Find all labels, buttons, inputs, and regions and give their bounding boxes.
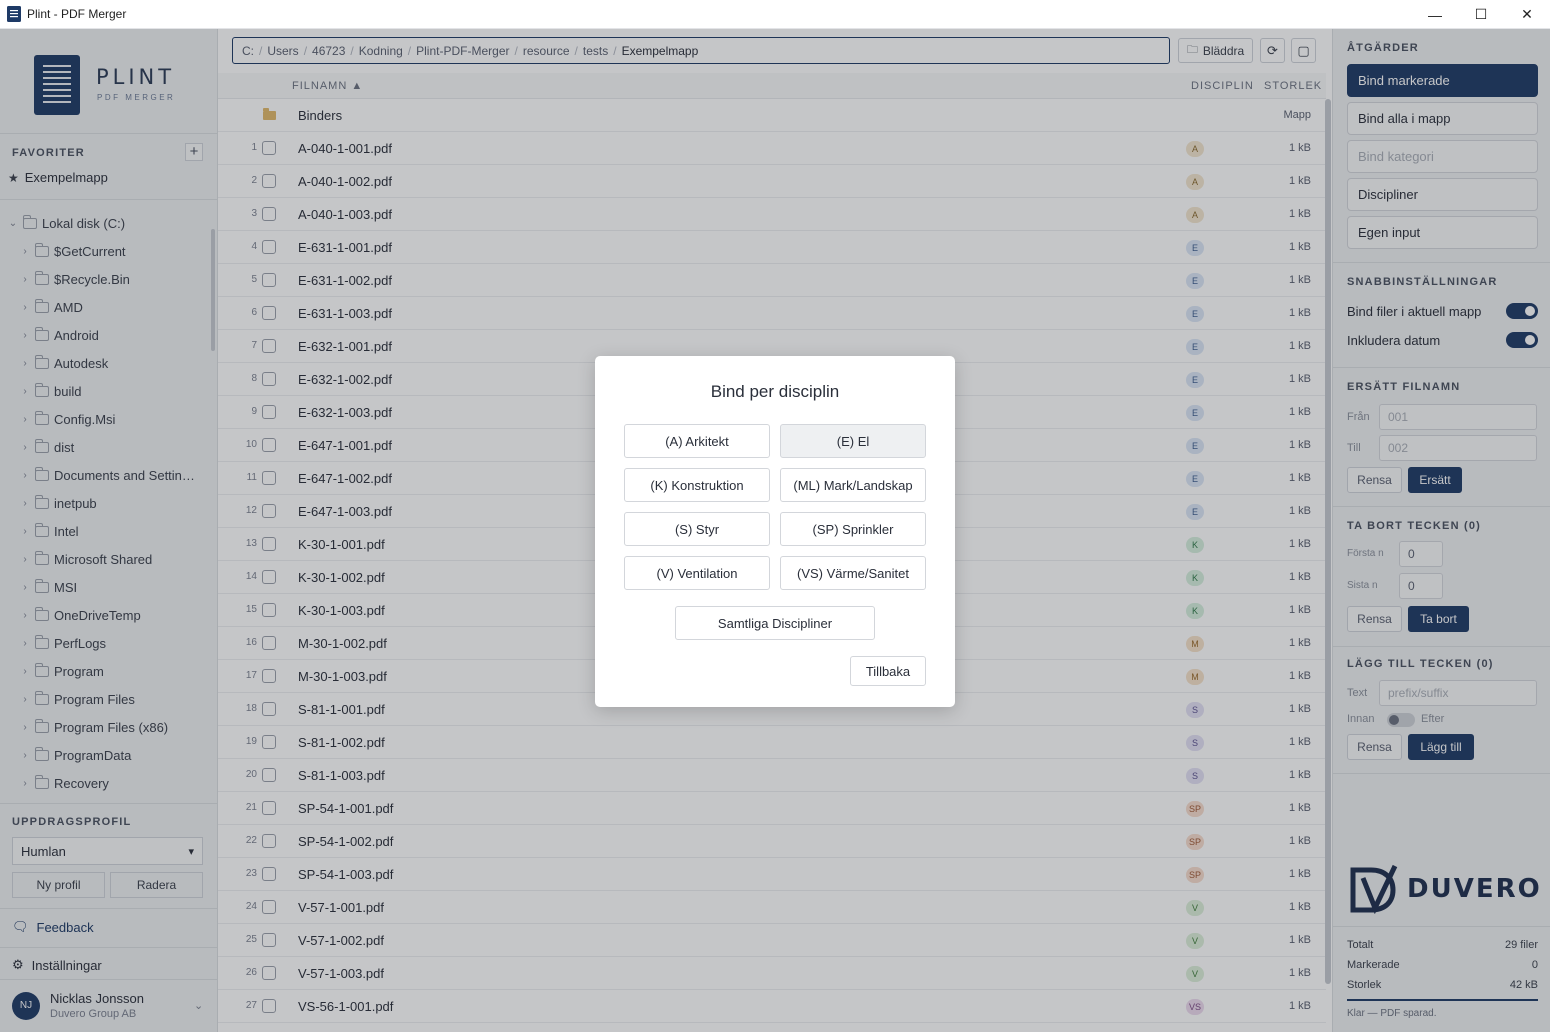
discipline-k-button[interactable]: (K) Konstruktion (624, 468, 770, 502)
discipline-v-button[interactable]: (V) Ventilation (624, 556, 770, 590)
maximize-button[interactable]: ☐ (1458, 0, 1504, 29)
discipline-sp-button[interactable]: (SP) Sprinkler (780, 512, 926, 546)
minimize-button[interactable]: — (1412, 0, 1458, 29)
back-button[interactable]: Tillbaka (850, 656, 926, 686)
dialog-title: Bind per disciplin (710, 382, 840, 401)
discipline-a-button[interactable]: (A) Arkitekt (624, 424, 770, 458)
title-bar: Plint - PDF Merger — ☐ ✕ (0, 0, 1550, 29)
discipline-e-button[interactable]: (E) El (780, 424, 926, 458)
discipline-vs-button[interactable]: (VS) Värme/Sanitet (780, 556, 926, 590)
close-button[interactable]: ✕ (1504, 0, 1550, 29)
window-title: Plint - PDF Merger (27, 7, 127, 21)
all-disciplines-button[interactable]: Samtliga Discipliner (675, 606, 875, 640)
discipline-dialog: Bind per disciplin (A) Arkitekt (E) El (… (595, 356, 955, 707)
app-icon (7, 6, 21, 22)
discipline-s-button[interactable]: (S) Styr (624, 512, 770, 546)
discipline-ml-button[interactable]: (ML) Mark/Landskap (780, 468, 926, 502)
